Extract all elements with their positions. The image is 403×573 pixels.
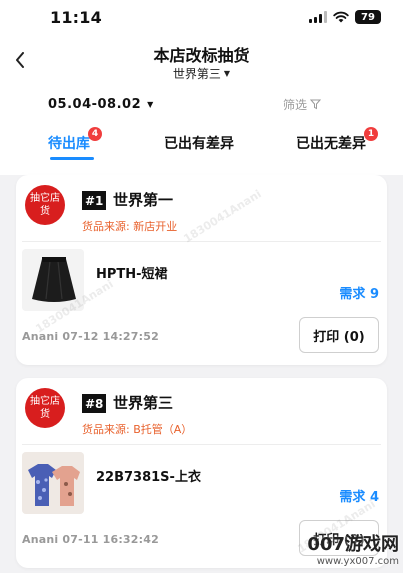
caret-down-icon: ▼ (147, 100, 154, 109)
store-selector[interactable]: 世界第三 ▼ (0, 65, 403, 82)
date-range-label: 05.04-08.02 (48, 97, 142, 112)
product-thumbnail[interactable] (22, 249, 84, 311)
created-info: Anani 07-12 14:27:52 (22, 330, 159, 343)
store-selector-label: 世界第三 (172, 67, 221, 81)
print-button[interactable]: 打印 (0) (299, 317, 379, 353)
stamp-badge: 抽它店货 (25, 185, 65, 225)
store-name: 世界第一 (113, 191, 174, 209)
site-logo-url: www.yx007.com (316, 556, 399, 567)
rank-badge: #8 (82, 394, 107, 413)
battery-icon: 79 (355, 10, 381, 24)
tab-label: 已出有差异 (164, 136, 234, 152)
order-card[interactable]: 抽它店货 #1 世界第一 货品来源: 新店开业 HPTH-短裙 需求 9 Ana… (16, 175, 387, 365)
tab-shipped-with-diff[interactable]: 已出有差异 (164, 133, 234, 153)
goods-source: 货品来源: 新店开业 (82, 220, 178, 233)
tab-shipped-no-diff[interactable]: 已出无差异 1 (296, 127, 378, 153)
status-tabs: 待出库 4 已出有差异 已出无差异 1 (0, 127, 403, 169)
product-name: HPTH-短裙 (96, 267, 168, 282)
divider (22, 241, 381, 242)
page-title: 本店改标抽货 (153, 46, 250, 65)
filter-label: 筛选 (282, 98, 307, 112)
site-logo: 007游戏网 www.yx007.com (307, 530, 399, 567)
product-thumbnail[interactable] (22, 452, 84, 514)
status-bar: 11:14 79 (0, 0, 403, 34)
shirts-image (22, 452, 84, 514)
tab-label: 待出库 (48, 136, 90, 152)
count-badge: 4 (88, 127, 102, 141)
skirt-image (22, 249, 84, 311)
filter-button[interactable]: 筛选 (283, 96, 321, 113)
demand-quantity: 需求 9 (339, 287, 379, 302)
active-tab-indicator (50, 157, 94, 160)
tab-label: 已出无差异 (296, 136, 366, 152)
wifi-icon (333, 11, 349, 23)
date-range-picker[interactable]: 05.04-08.02 ▼ (48, 97, 154, 112)
demand-quantity: 需求 4 (339, 490, 379, 505)
created-info: Anani 07-11 16:32:42 (22, 533, 159, 546)
status-time: 11:14 (50, 7, 102, 27)
divider (22, 444, 381, 445)
goods-source: 货品来源: B托管（A） (82, 423, 193, 436)
status-icons: 79 (309, 10, 381, 24)
site-logo-name: 007游戏网 (307, 534, 399, 555)
store-name: 世界第三 (113, 394, 174, 412)
product-name: 22B7381S-上衣 (96, 470, 201, 485)
tab-pending-outbound[interactable]: 待出库 4 (48, 127, 102, 153)
signal-icon (309, 11, 327, 23)
funnel-icon (310, 99, 321, 110)
count-badge: 1 (364, 127, 378, 141)
rank-badge: #1 (82, 191, 107, 210)
caret-down-icon: ▼ (223, 69, 231, 78)
stamp-badge: 抽它店货 (25, 388, 65, 428)
